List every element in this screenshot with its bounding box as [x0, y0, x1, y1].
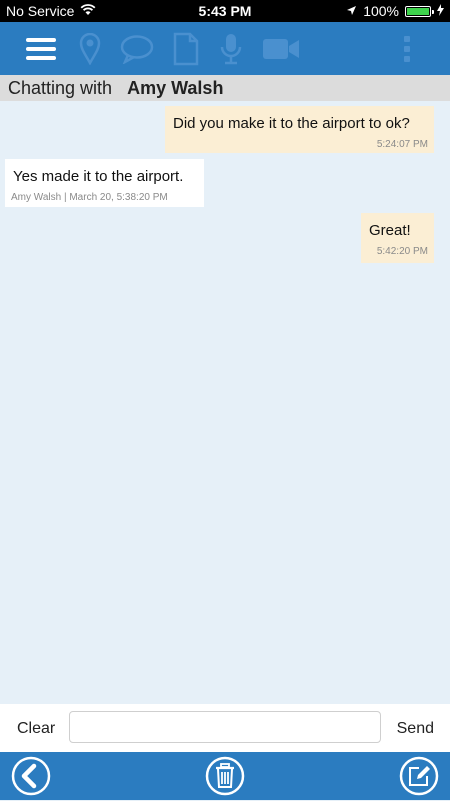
more-vertical-icon[interactable] — [400, 32, 414, 66]
chat-header: Chatting with Amy Walsh — [0, 75, 450, 101]
message-text: Did you make it to the airport to ok? — [173, 115, 410, 132]
message-sender-timestamp: Amy Walsh | March 20, 5:38:20 PM — [11, 192, 168, 203]
bottom-toolbar — [0, 752, 450, 800]
contact-name: Amy Walsh — [127, 78, 224, 98]
message-input[interactable] — [69, 711, 381, 743]
send-button[interactable]: Send — [397, 720, 434, 738]
top-toolbar — [0, 22, 450, 75]
chat-bubble-icon[interactable] — [119, 32, 155, 66]
menu-icon[interactable] — [24, 32, 58, 66]
message-text: Yes made it to the airport. — [13, 168, 184, 185]
compose-button[interactable] — [399, 756, 439, 796]
back-button[interactable] — [11, 756, 51, 796]
location-pin-icon[interactable] — [78, 32, 102, 66]
clear-button[interactable]: Clear — [17, 720, 55, 738]
status-bar: No Service 5:43 PM 100% — [0, 0, 450, 22]
message-text: Great! — [369, 222, 411, 239]
message-bubble-outgoing: Did you make it to the airport to ok? 5:… — [165, 106, 434, 153]
battery-percent: 100% — [363, 3, 399, 19]
charging-bolt-icon — [437, 3, 444, 19]
message-bubble-incoming: Yes made it to the airport. Amy Walsh | … — [5, 159, 204, 207]
trash-icon — [205, 756, 245, 796]
message-input-bar: Clear Send — [0, 704, 450, 752]
message-bubble-outgoing: Great! 5:42:20 PM — [361, 213, 434, 263]
chat-header-prefix: Chatting with — [8, 78, 113, 98]
message-timestamp: 5:24:07 PM — [376, 139, 428, 150]
back-arrow-icon — [11, 756, 51, 796]
battery-icon — [405, 5, 434, 17]
delete-button[interactable] — [205, 756, 245, 796]
compose-icon — [399, 756, 439, 796]
video-camera-icon[interactable] — [262, 32, 300, 66]
message-timestamp: 5:42:20 PM — [376, 246, 428, 257]
location-arrow-icon — [346, 3, 357, 19]
microphone-icon[interactable] — [218, 32, 244, 66]
document-icon[interactable] — [171, 32, 201, 66]
